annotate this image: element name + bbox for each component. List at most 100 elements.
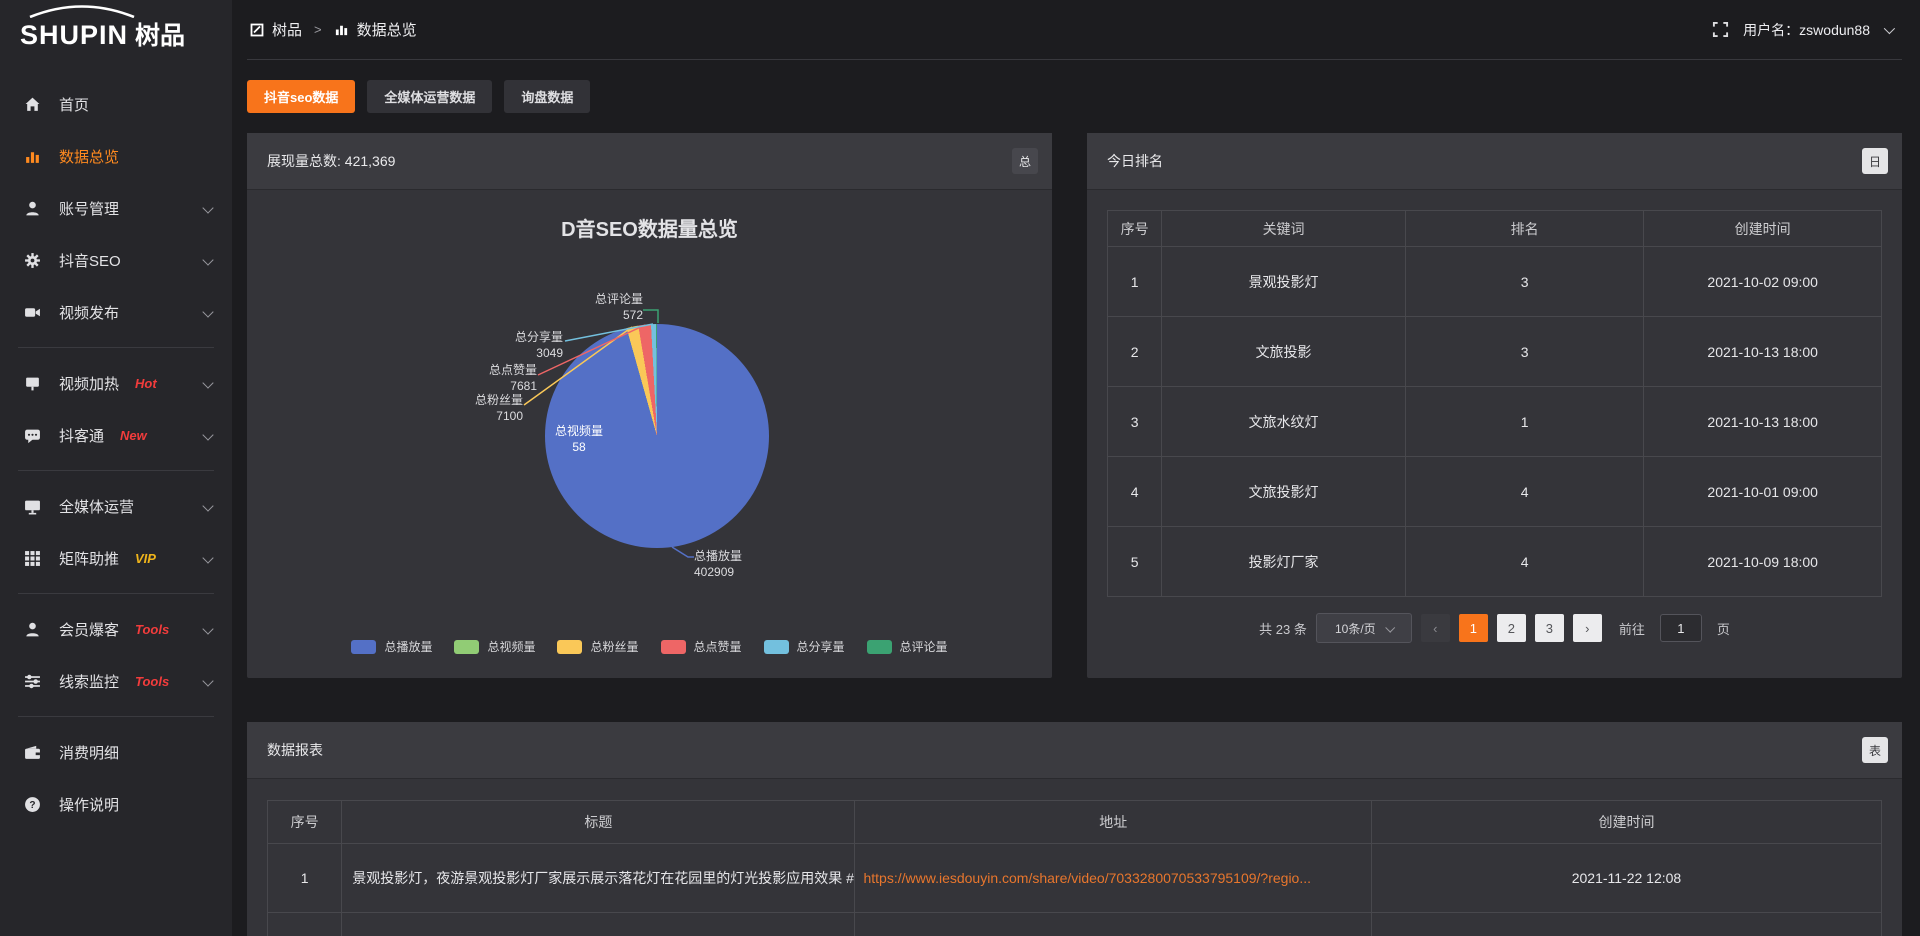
table-button[interactable]: 表 [1862, 737, 1888, 763]
menu-divider [18, 470, 214, 471]
breadcrumb-root[interactable]: 树品 [272, 19, 302, 40]
member-icon [24, 621, 44, 638]
chart-title: D音SEO数据量总览 [247, 213, 1052, 242]
sidebar-item-线索监控[interactable]: 线索监控 Tools [0, 655, 232, 707]
username[interactable]: 用户名：zswodun88 [1743, 20, 1870, 40]
page-button-2[interactable]: 2 [1497, 614, 1526, 642]
fullscreen-icon[interactable] [1712, 21, 1729, 38]
legend-swatch [764, 640, 789, 654]
tab-抖音seo数据[interactable]: 抖音seo数据 [247, 80, 355, 113]
report-row [268, 913, 1882, 936]
video-link[interactable]: https://www.iesdouyin.com/share/video/70… [863, 870, 1311, 886]
legend-item-总粉丝量[interactable]: 总粉丝量 [557, 638, 638, 655]
sidebar-item-label: 抖音SEO [59, 250, 121, 271]
table-header-row: 序号关键词排名创建时间 [1108, 211, 1882, 247]
ranking-cell: 2021-10-09 18:00 [1644, 527, 1882, 597]
topbar: 树品 > 数据总览 用户名：zswodun88 [247, 0, 1902, 60]
sidebar-item-label: 抖客通 [59, 425, 104, 446]
legend-item-总视频量[interactable]: 总视频量 [454, 638, 535, 655]
logo-arc [26, 5, 138, 18]
legend-swatch [454, 640, 479, 654]
goto-label: 前往 [1619, 619, 1645, 638]
ranking-cell: 2021-10-02 09:00 [1644, 247, 1882, 317]
ranking-cell: 5 [1108, 527, 1162, 597]
logo[interactable]: SHUPIN树品 [0, 0, 232, 62]
chart-card: 展现量总数: 421,369 总 D音SEO数据量总览 总播放量402909总视… [247, 133, 1052, 678]
sidebar-item-抖音SEO[interactable]: 抖音SEO [0, 234, 232, 286]
sidebar-item-全媒体运营[interactable]: 全媒体运营 [0, 480, 232, 532]
sidebar-item-视频加热[interactable]: 视频加热Hot [0, 357, 232, 409]
user-icon [24, 200, 44, 217]
main-area: 树品 > 数据总览 用户名：zswodun88 抖音seo数据全媒体运营数据询盘… [232, 0, 1920, 936]
ranking-cell: 2 [1108, 317, 1162, 387]
total-view-button[interactable]: 总 [1012, 148, 1038, 174]
sidebar-menu: 首页数据总览账号管理抖音SEO视频发布视频加热Hot抖客通New全媒体运营矩阵助… [0, 62, 232, 830]
legend-swatch [557, 640, 582, 654]
username-label: 用户名： [1743, 22, 1799, 38]
sidebar-item-矩阵助推[interactable]: 矩阵助推VIP [0, 532, 232, 584]
legend-item-总播放量[interactable]: 总播放量 [351, 638, 432, 655]
chevron-down-icon [202, 254, 213, 265]
pie-label-总播放量: 总播放量402909 [694, 548, 804, 580]
ranking-title: 今日排名 [1107, 151, 1163, 171]
app-root: SHUPIN树品 首页数据总览账号管理抖音SEO视频发布视频加热Hot抖客通Ne… [0, 0, 1920, 936]
column-header: 序号 [268, 801, 342, 844]
tab-全媒体运营数据[interactable]: 全媒体运营数据 [367, 80, 492, 113]
report-card-header: 数据报表 表 [247, 722, 1902, 779]
sidebar-item-操作说明[interactable]: ?操作说明 [0, 778, 232, 830]
badge-tools: Tools [135, 674, 169, 689]
next-page-button[interactable]: › [1573, 614, 1602, 642]
chevron-down-icon [202, 623, 213, 634]
ranking-cell: 4 [1405, 457, 1643, 527]
page-button-3[interactable]: 3 [1535, 614, 1564, 642]
pie-label-总视频量: 总视频量58 [539, 423, 619, 455]
chevron-down-icon [202, 552, 213, 563]
column-header: 创建时间 [1371, 801, 1881, 844]
breadcrumb: 树品 > 数据总览 [247, 19, 417, 40]
sidebar-item-label: 会员爆客 [59, 619, 119, 640]
column-header: 标题 [342, 801, 855, 844]
username-value: zswodun88 [1799, 22, 1870, 38]
daily-button[interactable]: 日 [1862, 148, 1888, 174]
menu-divider [18, 347, 214, 348]
legend-item-总点赞量[interactable]: 总点赞量 [661, 638, 742, 655]
monitor-icon [24, 498, 44, 515]
ranking-cell: 文旅投影灯 [1162, 457, 1406, 527]
chat-icon [24, 427, 44, 444]
legend-label: 总粉丝量 [590, 638, 638, 655]
sidebar-item-会员爆客[interactable]: 会员爆客 Tools [0, 603, 232, 655]
video-icon [24, 304, 44, 321]
pie-label-总点赞量: 总点赞量7681 [441, 362, 537, 394]
legend-item-总评论量[interactable]: 总评论量 [867, 638, 948, 655]
page-size-select[interactable]: 10条/页 [1316, 613, 1412, 643]
gear-icon [24, 252, 44, 269]
page-button-1[interactable]: 1 [1459, 614, 1488, 642]
ranking-cell: 2021-10-01 09:00 [1644, 457, 1882, 527]
page-buttons: 123 [1459, 614, 1564, 642]
sidebar-item-数据总览[interactable]: 数据总览 [0, 130, 232, 182]
sidebar-item-视频发布[interactable]: 视频发布 [0, 286, 232, 338]
sidebar-item-label: 线索监控 [59, 671, 119, 692]
prev-page-button[interactable]: ‹ [1421, 614, 1450, 642]
ranking-cell: 1 [1405, 387, 1643, 457]
breadcrumb-current: 数据总览 [357, 19, 417, 40]
goto-page-input[interactable] [1660, 614, 1702, 642]
top-row: 展现量总数: 421,369 总 D音SEO数据量总览 总播放量402909总视… [247, 133, 1902, 678]
sidebar-item-label: 矩阵助推 [59, 548, 119, 569]
badge-tools: Tools [135, 622, 169, 637]
sidebar-item-抖客通[interactable]: 抖客通New [0, 409, 232, 461]
topbar-right: 用户名：zswodun88 [1712, 20, 1902, 40]
ranking-cell: 3 [1405, 317, 1643, 387]
report-card: 数据报表 表 序号标题地址创建时间1景观投影灯，夜游景观投影灯厂家展示展示落花灯… [247, 722, 1902, 936]
report-row: 1景观投影灯，夜游景观投影灯厂家展示展示落花灯在花园里的灯光投影应用效果 #ht… [268, 844, 1882, 913]
ranking-cell: 文旅投影 [1162, 317, 1406, 387]
sidebar-item-账号管理[interactable]: 账号管理 [0, 182, 232, 234]
chevron-down-icon[interactable] [1884, 22, 1895, 33]
sidebar-item-首页[interactable]: 首页 [0, 78, 232, 130]
sidebar-item-消费明细[interactable]: 消费明细 [0, 726, 232, 778]
sidebar-item-label: 视频加热 [59, 373, 119, 394]
legend-item-总分享量[interactable]: 总分享量 [764, 638, 845, 655]
tab-询盘数据[interactable]: 询盘数据 [504, 80, 590, 113]
page-unit-label: 页 [1717, 619, 1730, 638]
legend-label: 总播放量 [384, 638, 432, 655]
